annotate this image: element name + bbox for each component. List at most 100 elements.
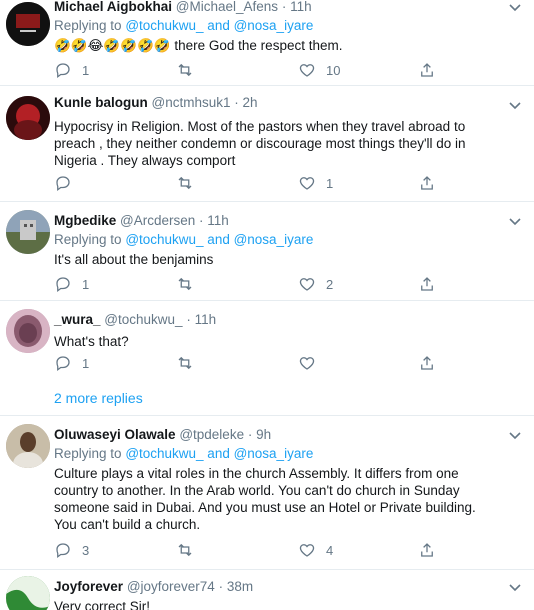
separator-dot: · <box>218 579 224 594</box>
avatar[interactable] <box>6 576 50 610</box>
timestamp[interactable]: 11h <box>195 312 217 327</box>
retweet-icon <box>178 63 192 77</box>
timestamp[interactable]: 2h <box>243 95 258 110</box>
display-name[interactable]: Oluwaseyi Olawale <box>54 427 176 442</box>
replying-to-label: Replying to <box>54 18 122 33</box>
reply-count: 1 <box>82 355 90 371</box>
like-count: 2 <box>326 276 334 292</box>
avatar[interactable] <box>6 96 50 140</box>
retweet-icon <box>178 277 192 291</box>
like-count: 1 <box>326 175 334 191</box>
tweet-actions: 1 10 <box>54 60 454 80</box>
retweet-button[interactable] <box>176 274 194 294</box>
avatar[interactable] <box>6 210 50 254</box>
retweet-icon <box>178 543 192 557</box>
heart-icon <box>299 357 315 370</box>
like-count: 10 <box>326 62 341 78</box>
display-name[interactable]: Kunle balogun <box>54 95 148 110</box>
display-name[interactable]: _wura_ <box>54 312 101 327</box>
share-icon <box>421 63 433 77</box>
retweet-button[interactable] <box>176 60 194 80</box>
share-icon <box>421 356 433 370</box>
reply-count: 3 <box>82 542 90 558</box>
like-button[interactable]: 4 <box>298 540 333 560</box>
chevron-down-icon[interactable] <box>508 428 522 442</box>
replying-to-users[interactable]: @tochukwu_ and @nosa_iyare <box>125 232 313 247</box>
separator-dot: · <box>247 427 253 442</box>
share-button[interactable] <box>418 540 436 560</box>
avatar[interactable] <box>6 424 50 468</box>
like-button[interactable] <box>298 353 316 373</box>
tweet-text: 🤣🤣😂🤣🤣🤣🤣 there God the respect them. <box>54 38 343 53</box>
chevron-down-icon[interactable] <box>508 580 522 594</box>
user-handle[interactable]: @nctmhsuk1 <box>152 95 231 110</box>
reply-icon <box>56 543 70 559</box>
user-handle[interactable]: @tochukwu_ <box>104 312 182 327</box>
retweet-button[interactable] <box>176 540 194 560</box>
heart-icon <box>299 64 315 77</box>
reply-button[interactable]: 1 <box>54 274 89 294</box>
tweet-text: Very correct Sir! <box>54 599 151 610</box>
tweet[interactable]: Joyforever @joyforever74 · 38m Very corr… <box>0 570 534 610</box>
reply-icon <box>56 176 70 192</box>
separator-dot: · <box>199 213 204 228</box>
share-icon <box>421 176 433 190</box>
show-more-replies-link[interactable]: 2 more replies <box>54 390 143 406</box>
tweet[interactable]: Kunle balogun @nctmhsuk1 · 2h Hypocrisy … <box>0 86 534 202</box>
heart-icon <box>299 544 315 557</box>
reply-thread: Michael Aigbokhai @Michael_Afens · 11h R… <box>0 0 534 610</box>
like-button[interactable]: 1 <box>298 173 333 193</box>
reply-icon <box>56 63 70 79</box>
tweet[interactable]: Mgbedike @Arcdersen · 11h Replying to @t… <box>0 202 534 300</box>
share-button[interactable] <box>418 60 436 80</box>
heart-icon <box>299 177 315 190</box>
tweet[interactable]: Michael Aigbokhai @Michael_Afens · 11h R… <box>0 0 534 86</box>
reply-button[interactable]: 1 <box>54 353 89 373</box>
replying-to-label: Replying to <box>54 446 122 461</box>
retweet-button[interactable] <box>176 173 194 193</box>
user-handle[interactable]: @Michael_Afens <box>176 0 278 14</box>
tweet-actions: 3 4 <box>54 540 454 560</box>
retweet-icon <box>178 356 192 370</box>
chevron-down-icon[interactable] <box>508 98 522 112</box>
reply-icon <box>56 277 70 293</box>
share-icon <box>421 277 433 291</box>
chevron-down-icon[interactable] <box>508 0 522 14</box>
display-name[interactable]: Michael Aigbokhai <box>54 0 172 14</box>
timestamp[interactable]: 11h <box>207 213 229 228</box>
tweet-actions: 1 2 <box>54 274 454 294</box>
avatar[interactable] <box>6 309 50 353</box>
tweet[interactable]: Oluwaseyi Olawale @tpdeleke · 9h Replyin… <box>0 416 534 570</box>
share-button[interactable] <box>418 173 436 193</box>
timestamp[interactable]: 9h <box>256 427 271 442</box>
replying-to-label: Replying to <box>54 232 122 247</box>
separator-dot: · <box>186 312 191 327</box>
tweet-text: What's that? <box>54 334 129 349</box>
reply-button[interactable]: 3 <box>54 540 89 560</box>
reply-count: 1 <box>82 276 90 292</box>
reply-button[interactable]: 1 <box>54 60 89 80</box>
tweet-text: Culture plays a vital roles in the churc… <box>54 466 476 532</box>
user-handle[interactable]: @joyforever74 <box>127 579 215 594</box>
user-handle[interactable]: @tpdeleke <box>179 427 244 442</box>
reply-button[interactable] <box>54 173 82 193</box>
replying-to-users[interactable]: @tochukwu_ and @nosa_iyare <box>125 446 313 461</box>
share-button[interactable] <box>418 274 436 294</box>
reply-icon <box>56 356 70 372</box>
reply-count: 1 <box>82 62 90 78</box>
like-button[interactable]: 2 <box>298 274 333 294</box>
tweet[interactable]: _wura_ @tochukwu_ · 11h What's that? 1 <box>0 301 534 381</box>
separator-dot: · <box>281 0 287 14</box>
timestamp[interactable]: 11h <box>290 0 312 14</box>
retweet-button[interactable] <box>176 353 194 373</box>
display-name[interactable]: Mgbedike <box>54 213 116 228</box>
like-button[interactable]: 10 <box>298 60 340 80</box>
timestamp[interactable]: 38m <box>227 579 253 594</box>
avatar[interactable] <box>6 2 50 46</box>
replying-to-users[interactable]: @tochukwu_ and @nosa_iyare <box>125 18 313 33</box>
tweet-actions: 1 <box>54 353 454 373</box>
display-name[interactable]: Joyforever <box>54 579 123 594</box>
share-button[interactable] <box>418 353 436 373</box>
user-handle[interactable]: @Arcdersen <box>120 213 195 228</box>
chevron-down-icon[interactable] <box>508 214 522 228</box>
